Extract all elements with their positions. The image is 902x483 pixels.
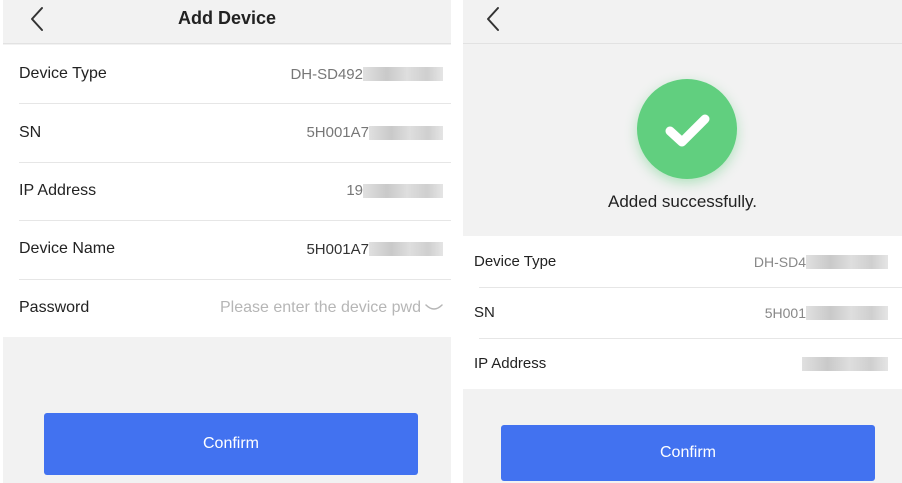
add-device-screen: Add Device Device Type DH-SD492 SN 5H001…	[3, 0, 451, 483]
page-title: Add Device	[177, 8, 277, 28]
ip-address-label: IP Address	[474, 355, 547, 372]
nav-bar	[463, 0, 902, 44]
device-type-label: Device Type	[474, 253, 557, 270]
success-badge	[637, 79, 737, 179]
device-type-row: Device Type DH-SD4	[463, 236, 902, 287]
confirm-button[interactable]: Confirm	[44, 413, 418, 475]
device-name-label: Device Name	[19, 240, 116, 258]
device-type-value: DH-SD4	[754, 254, 888, 270]
device-type-label: Device Type	[19, 65, 107, 83]
sn-row: SN 5H001A7	[3, 103, 451, 161]
password-row: Password	[3, 278, 451, 337]
password-input[interactable]	[195, 298, 421, 317]
ip-address-label: IP Address	[19, 181, 97, 199]
sn-label: SN	[19, 123, 42, 141]
sn-label: SN	[474, 304, 495, 321]
ip-address-value	[802, 356, 888, 371]
sn-value: 5H001A7	[306, 124, 443, 141]
success-message: Added successfully.	[608, 192, 757, 211]
checkmark-icon	[665, 114, 710, 147]
device-type-value: DH-SD492	[290, 66, 443, 83]
nav-bar: Add Device	[3, 0, 451, 44]
device-info-list: Device Type DH-SD492 SN 5H001A7 IP Addre…	[3, 45, 451, 337]
ip-address-value: 19	[346, 182, 443, 199]
password-field-wrap	[195, 298, 443, 317]
ip-address-row: IP Address 19	[3, 161, 451, 220]
device-name-value: 5H001A7	[306, 241, 443, 258]
device-type-row: Device Type DH-SD492	[3, 45, 451, 103]
device-name-row: Device Name 5H001A7	[3, 220, 451, 278]
confirm-button[interactable]: Confirm	[501, 425, 875, 481]
password-label: Password	[19, 298, 90, 316]
ip-address-row: IP Address	[463, 338, 902, 389]
sn-value: 5H001	[765, 305, 888, 321]
sn-row: SN 5H001	[463, 287, 902, 338]
eye-closed-icon[interactable]	[425, 303, 443, 313]
back-button[interactable]	[481, 4, 507, 34]
chevron-left-icon	[487, 7, 499, 31]
added-success-screen: Added successfully. Device Type DH-SD4 S…	[463, 0, 902, 483]
device-info-list: Device Type DH-SD4 SN 5H001 IP Address	[463, 236, 902, 389]
